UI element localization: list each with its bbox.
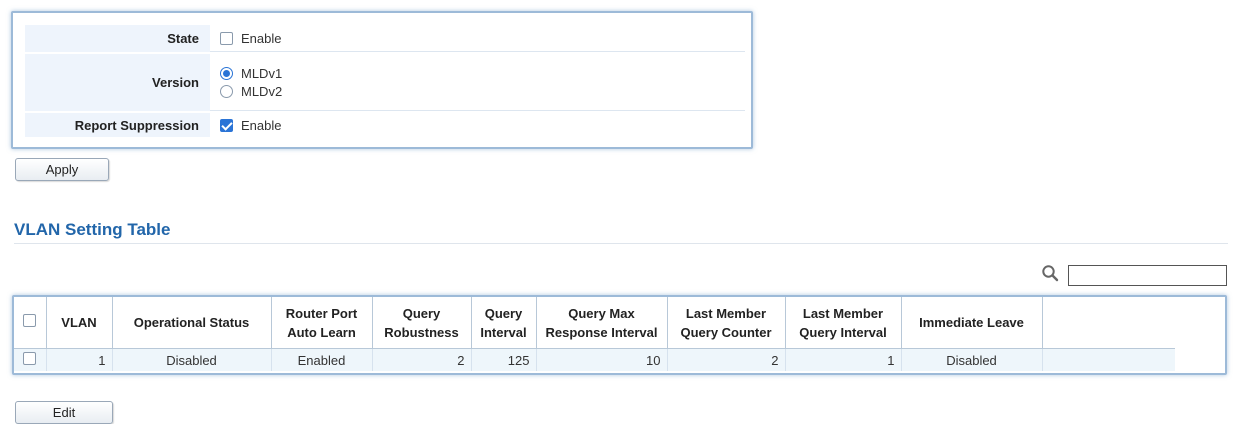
vlan-setting-table-title: VLAN Setting Table — [14, 220, 171, 239]
report-suppression-enable-label: Enable — [241, 117, 282, 133]
cell-router-port-auto-learn: Enabled — [271, 348, 373, 371]
cell-operational-status: Disabled — [112, 348, 272, 371]
table-header-row: VLAN Operational Status Router Port Auto … — [14, 297, 1175, 349]
vlan-setting-table: VLAN Operational Status Router Port Auto … — [12, 295, 1227, 375]
state-row: State Enable — [25, 25, 745, 52]
state-enable-label: Enable — [241, 30, 282, 46]
col-query-robustness[interactable]: Query Robustness — [372, 297, 472, 349]
mld-settings-panel: State Enable Version MLDv1 MLDv2 Report … — [11, 11, 753, 149]
search-input[interactable] — [1068, 265, 1227, 286]
cell-filler — [1042, 348, 1175, 371]
row-select-cell — [14, 348, 47, 371]
state-enable-checkbox[interactable] — [220, 31, 233, 45]
cell-query-max-response-interval: 10 — [536, 348, 668, 371]
col-vlan[interactable]: VLAN — [46, 297, 113, 349]
version-mldv2-label: MLDv2 — [241, 83, 283, 99]
cell-query-interval: 125 — [471, 348, 537, 371]
col-operational-status[interactable]: Operational Status — [112, 297, 272, 349]
report-suppression-row: Report Suppression Enable — [25, 113, 745, 137]
cell-vlan: 1 — [46, 348, 113, 371]
row-select-checkbox[interactable] — [23, 352, 37, 365]
col-query-interval[interactable]: Query Interval — [471, 297, 537, 349]
version-mldv1-radio[interactable] — [220, 66, 233, 80]
search-icon[interactable] — [1041, 264, 1059, 282]
version-mldv2-radio[interactable] — [220, 84, 233, 98]
cell-last-member-query-interval: 1 — [785, 348, 902, 371]
report-suppression-label: Report Suppression — [25, 113, 210, 137]
cell-query-robustness: 2 — [372, 348, 472, 371]
col-router-port-auto-learn[interactable]: Router Port Auto Learn — [271, 297, 373, 349]
select-all-header — [14, 297, 47, 349]
report-suppression-checkbox[interactable] — [220, 118, 233, 132]
apply-button[interactable]: Apply — [15, 158, 109, 181]
edit-button[interactable]: Edit — [15, 401, 113, 424]
version-mldv1-label: MLDv1 — [241, 65, 283, 81]
col-last-member-query-interval[interactable]: Last Member Query Interval — [785, 297, 902, 349]
version-row: Version MLDv1 MLDv2 — [25, 54, 745, 111]
version-label: Version — [25, 54, 210, 111]
col-last-member-query-counter[interactable]: Last Member Query Counter — [667, 297, 786, 349]
col-query-max-response-interval[interactable]: Query Max Response Interval — [536, 297, 668, 349]
cell-immediate-leave: Disabled — [901, 348, 1043, 371]
section-divider — [14, 243, 1228, 244]
cell-last-member-query-counter: 2 — [667, 348, 786, 371]
table-row[interactable]: 1 Disabled Enabled 2 125 10 2 1 Disabled — [14, 348, 1175, 371]
col-immediate-leave[interactable]: Immediate Leave — [901, 297, 1043, 349]
col-filler — [1042, 297, 1175, 349]
select-all-checkbox[interactable] — [23, 314, 37, 327]
state-label: State — [25, 25, 210, 52]
